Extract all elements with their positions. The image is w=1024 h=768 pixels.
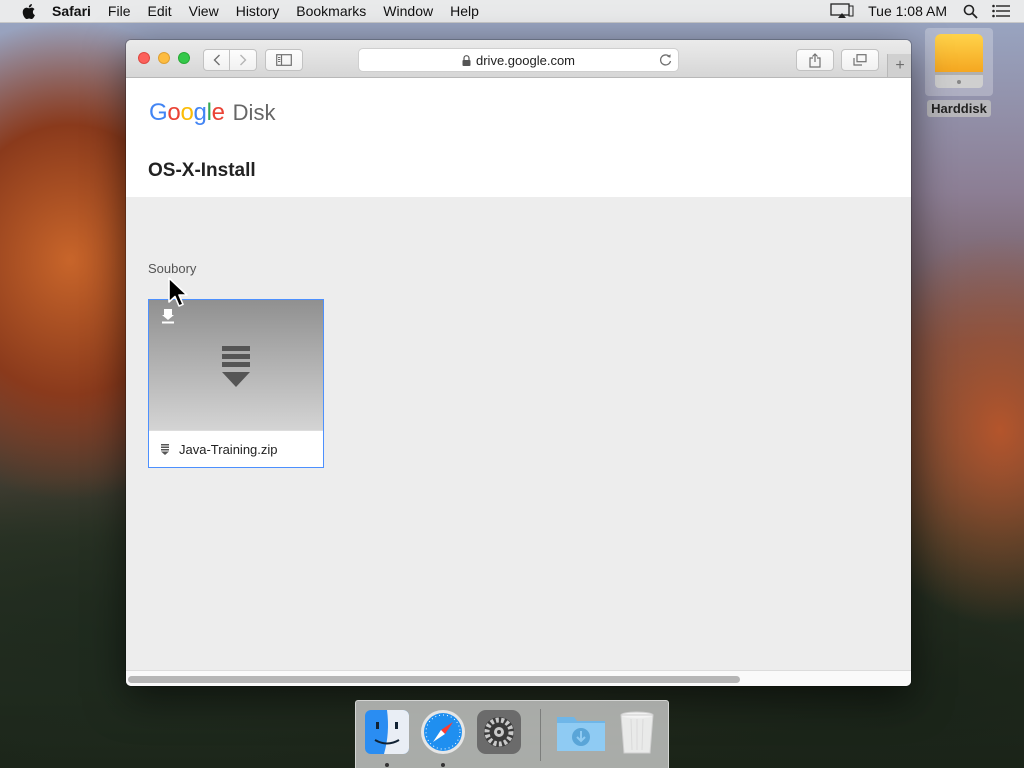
menu-file[interactable]: File bbox=[108, 0, 131, 22]
finder-icon[interactable] bbox=[364, 709, 410, 755]
product-name: Disk bbox=[232, 100, 276, 125]
reload-icon[interactable] bbox=[659, 53, 672, 66]
chevron-left-icon bbox=[213, 54, 220, 66]
web-page: Google Disk OS-X-Install Soubory Java-Tr… bbox=[126, 78, 911, 670]
file-thumbnail[interactable] bbox=[149, 300, 323, 430]
dock-separator bbox=[540, 709, 541, 761]
zip-archive-icon bbox=[222, 346, 250, 387]
logo-letter: g bbox=[193, 99, 207, 126]
menu-bar: Safari File Edit View History Bookmarks … bbox=[0, 0, 1024, 23]
lock-icon bbox=[462, 54, 471, 66]
navigation-buttons bbox=[203, 49, 257, 71]
minimize-window-button[interactable] bbox=[158, 52, 170, 64]
menu-app-name[interactable]: Safari bbox=[52, 0, 91, 22]
harddisk-label: Harddisk bbox=[927, 100, 991, 117]
notification-center-icon[interactable] bbox=[992, 4, 1010, 18]
safari-window: drive.google.com + Google Disk OS-X-Inst… bbox=[126, 40, 911, 686]
download-icon[interactable] bbox=[161, 308, 175, 324]
logo-letter: o bbox=[167, 99, 181, 126]
horizontal-scrollbar[interactable] bbox=[126, 670, 911, 686]
menu-help[interactable]: Help bbox=[450, 0, 479, 22]
menu-window[interactable]: Window bbox=[383, 0, 433, 22]
menu-bookmarks[interactable]: Bookmarks bbox=[296, 0, 366, 22]
file-card[interactable]: Java-Training.zip bbox=[148, 299, 324, 468]
new-tab-button[interactable]: + bbox=[887, 54, 911, 77]
safari-icon[interactable] bbox=[420, 709, 466, 755]
logo-letter: G bbox=[149, 99, 168, 126]
tabs-overview-icon bbox=[853, 54, 867, 66]
logo-letter: e bbox=[211, 99, 225, 126]
airplay-display-icon[interactable] bbox=[830, 3, 854, 19]
mouse-cursor-icon bbox=[168, 277, 188, 307]
menu-history[interactable]: History bbox=[236, 0, 280, 22]
files-section-label: Soubory bbox=[148, 261, 197, 276]
scrollbar-thumb[interactable] bbox=[128, 676, 740, 683]
menu-edit[interactable]: Edit bbox=[147, 0, 171, 22]
back-button[interactable] bbox=[203, 49, 230, 71]
apple-menu-icon[interactable] bbox=[20, 3, 36, 20]
close-window-button[interactable] bbox=[138, 52, 150, 64]
menu-view[interactable]: View bbox=[189, 0, 219, 22]
menu-clock[interactable]: Tue 1:08 AM bbox=[868, 3, 947, 19]
plus-icon: + bbox=[895, 56, 905, 74]
harddisk-icon[interactable] bbox=[925, 28, 993, 96]
trash-icon[interactable] bbox=[614, 709, 660, 755]
sidebar-icon bbox=[276, 54, 292, 66]
folder-title: OS-X-Install bbox=[148, 160, 256, 181]
zip-file-icon bbox=[161, 444, 169, 455]
sidebar-toggle-button[interactable] bbox=[265, 49, 303, 71]
file-name: Java-Training.zip bbox=[179, 442, 278, 457]
forward-button[interactable] bbox=[230, 49, 257, 71]
zoom-window-button[interactable] bbox=[178, 52, 190, 64]
logo-letter: o bbox=[180, 99, 194, 126]
drive-header: Google Disk OS-X-Install bbox=[126, 78, 911, 197]
share-button[interactable] bbox=[796, 49, 834, 71]
url-text: drive.google.com bbox=[476, 52, 575, 68]
downloads-folder-icon[interactable] bbox=[556, 709, 606, 755]
google-disk-logo[interactable]: Google Disk bbox=[149, 99, 275, 129]
share-icon bbox=[809, 52, 821, 68]
file-caption[interactable]: Java-Training.zip bbox=[149, 430, 323, 468]
finder-running-indicator bbox=[385, 763, 389, 767]
system-preferences-icon[interactable] bbox=[476, 709, 522, 755]
dock bbox=[355, 700, 669, 768]
browser-toolbar: drive.google.com + bbox=[126, 40, 911, 78]
safari-running-indicator bbox=[441, 763, 445, 767]
spotlight-search-icon[interactable] bbox=[963, 4, 978, 19]
desktop-harddisk[interactable]: Harddisk bbox=[924, 28, 994, 118]
address-bar[interactable]: drive.google.com bbox=[358, 48, 679, 72]
chevron-right-icon bbox=[240, 54, 247, 66]
google-wordmark: Google bbox=[149, 99, 225, 127]
show-tabs-button[interactable] bbox=[841, 49, 879, 71]
